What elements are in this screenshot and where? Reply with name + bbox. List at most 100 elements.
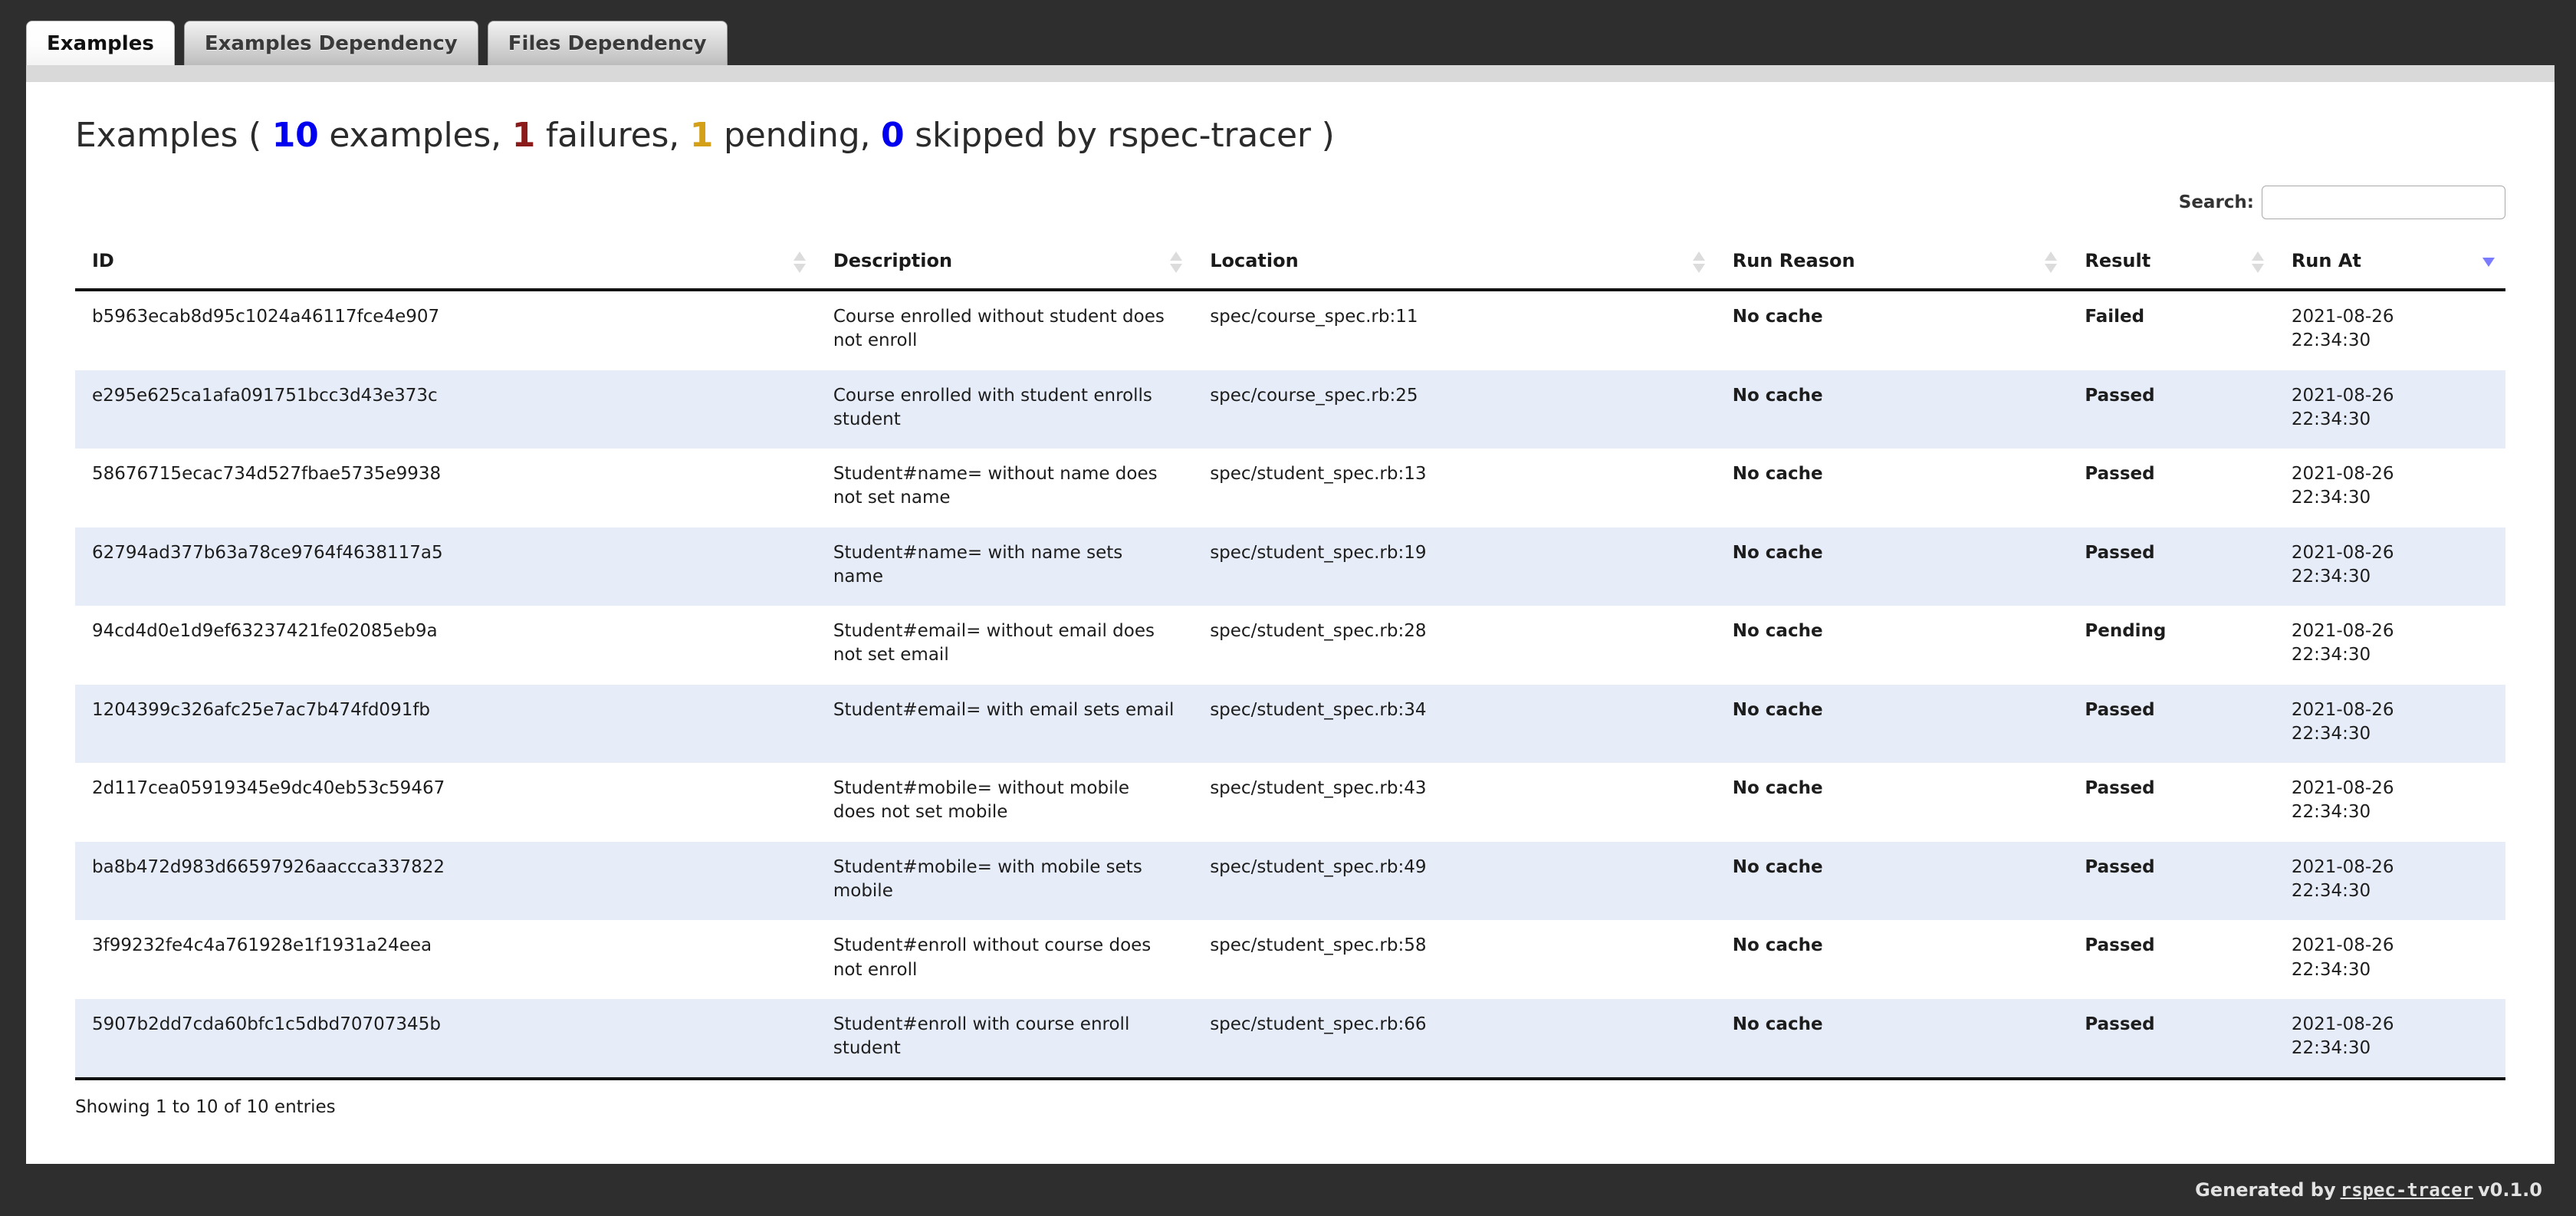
column-header-id[interactable]: ID xyxy=(75,239,816,291)
column-header-id-label: ID xyxy=(92,250,114,271)
tab-files-dependency[interactable]: Files Dependency xyxy=(487,21,728,65)
table-row[interactable]: 2d117cea05919345e9dc40eb53c59467 Student#… xyxy=(75,763,2505,842)
run-at-date: 2021-08-26 xyxy=(2291,935,2394,956)
run-at-time: 22:34:30 xyxy=(2291,409,2371,429)
cell-description: Course enrolled with student enrolls stu… xyxy=(833,385,1152,429)
table-row[interactable]: 5907b2dd7cda60bfc1c5dbd70707345b Student#… xyxy=(75,998,2505,1081)
cell-result: Passed xyxy=(2085,464,2155,485)
cell-result: Passed xyxy=(2068,998,2275,1081)
table-body: b5963ecab8d95c1024a46117fce4e907 Course e… xyxy=(75,290,2505,1081)
cell-result: Passed xyxy=(2085,542,2155,563)
cell-run-reason: No cache xyxy=(1732,935,1823,956)
cell-run-at: 2021-08-26 22:34:30 xyxy=(2275,290,2505,370)
table-header: ID Description Location Run Reason Resul… xyxy=(75,239,2505,291)
cell-description: Course enrolled without student does not… xyxy=(833,307,1165,351)
table-header-row: ID Description Location Run Reason Resul… xyxy=(75,239,2505,291)
page-title-prefix: Examples ( xyxy=(75,116,272,155)
column-header-run-at-label: Run At xyxy=(2291,250,2361,271)
examples-word: examples, xyxy=(318,116,512,155)
table-row[interactable]: 94cd4d0e1d9ef63237421fe02085eb9a Student#… xyxy=(75,606,2505,685)
page-title: Examples ( 10 examples, 1 failures, 1 pe… xyxy=(75,116,2505,155)
footer-version: v0.1.0 xyxy=(2478,1179,2542,1201)
cell-id: 94cd4d0e1d9ef63237421fe02085eb9a xyxy=(92,621,438,642)
failures-count: 1 xyxy=(511,116,536,155)
sort-icon-id[interactable] xyxy=(793,251,806,274)
table-row[interactable]: e295e625ca1afa091751bcc3d43e373c Course e… xyxy=(75,370,2505,449)
cell-result: Passed xyxy=(2085,856,2155,877)
run-at-date: 2021-08-26 xyxy=(2291,856,2394,877)
table-row[interactable]: 3f99232fe4c4a761928e1f1931a24eea Student#… xyxy=(75,920,2505,999)
run-at-date: 2021-08-26 xyxy=(2291,307,2394,327)
sort-icon-run-at-descending[interactable] xyxy=(2482,258,2495,281)
search-input[interactable] xyxy=(2262,186,2505,219)
tab-examples[interactable]: Examples xyxy=(26,21,175,65)
cell-run-reason: No cache xyxy=(1732,699,1823,720)
cell-id: e295e625ca1afa091751bcc3d43e373c xyxy=(92,385,438,406)
sort-icon-location[interactable] xyxy=(1692,251,1705,274)
cell-run-at: 2021-08-26 22:34:30 xyxy=(2275,920,2505,999)
column-header-location[interactable]: Location xyxy=(1193,239,1716,291)
cell-run-at: 2021-08-26 22:34:30 xyxy=(2274,998,2505,1081)
cell-id: 62794ad377b63a78ce9764f4638117a5 xyxy=(92,542,443,563)
tab-examples-dependency-label: Examples Dependency xyxy=(204,31,458,55)
cell-run-at: 2021-08-26 22:34:30 xyxy=(2275,449,2505,527)
run-at-date: 2021-08-26 xyxy=(2291,542,2394,563)
cell-result: Failed xyxy=(2085,307,2145,327)
tab-strip-divider xyxy=(26,65,2555,82)
column-header-run-reason[interactable]: Run Reason xyxy=(1715,239,2068,291)
run-at-date: 2021-08-26 xyxy=(2291,464,2394,485)
table-row[interactable]: 58676715ecac734d527fbae5735e9938 Student#… xyxy=(75,449,2505,527)
cell-description: Student#enroll without course does not e… xyxy=(833,935,1152,980)
cell-result: Pending xyxy=(2085,621,2167,642)
tab-files-dependency-label: Files Dependency xyxy=(508,31,707,55)
cell-run-at: 2021-08-26 22:34:30 xyxy=(2275,527,2505,606)
column-header-description[interactable]: Description xyxy=(816,239,1194,291)
run-at-date: 2021-08-26 xyxy=(2291,699,2394,720)
run-at-time: 22:34:30 xyxy=(2291,488,2371,508)
cell-run-at: 2021-08-26 22:34:30 xyxy=(2275,370,2505,449)
cell-run-reason: No cache xyxy=(1732,621,1823,642)
column-header-run-at[interactable]: Run At xyxy=(2274,239,2505,291)
column-header-result[interactable]: Result xyxy=(2068,239,2275,291)
sort-icon-run-reason[interactable] xyxy=(2045,251,2058,274)
cell-result: Passed xyxy=(2085,385,2155,406)
search-row: Search: xyxy=(75,186,2505,219)
skipped-count: 0 xyxy=(881,116,905,155)
cell-description: Student#email= without email does not se… xyxy=(833,621,1155,666)
run-at-date: 2021-08-26 xyxy=(2291,621,2394,642)
cell-description: Student#mobile= without mobile does not … xyxy=(833,778,1130,823)
tab-examples-dependency[interactable]: Examples Dependency xyxy=(183,21,478,65)
run-at-date: 2021-08-26 xyxy=(2291,385,2394,406)
cell-run-reason: No cache xyxy=(1732,307,1823,327)
table-row[interactable]: b5963ecab8d95c1024a46117fce4e907 Course e… xyxy=(75,290,2505,370)
examples-table: ID Description Location Run Reason Resul… xyxy=(75,239,2505,1081)
column-header-description-label: Description xyxy=(833,250,953,271)
run-at-time: 22:34:30 xyxy=(2291,330,2371,351)
cell-description: Student#mobile= with mobile sets mobile xyxy=(833,856,1142,901)
rspec-tracer-link[interactable]: rspec-tracer xyxy=(2341,1179,2473,1201)
sort-icon-description[interactable] xyxy=(1170,251,1183,274)
run-at-time: 22:34:30 xyxy=(2291,1038,2371,1059)
run-at-time: 22:34:30 xyxy=(2291,566,2371,587)
cell-description: Student#enroll with course enroll studen… xyxy=(816,998,1194,1081)
table-row[interactable]: 62794ad377b63a78ce9764f4638117a5 Student#… xyxy=(75,527,2505,606)
cell-result: Passed xyxy=(2085,935,2155,956)
run-at-date: 2021-08-26 xyxy=(2291,1014,2394,1034)
pending-word: pending, xyxy=(713,116,882,155)
cell-run-at: 2021-08-26 22:34:30 xyxy=(2275,763,2505,842)
footer-generated-by-label: Generated by xyxy=(2195,1179,2336,1201)
cell-description: Student#email= with email sets email xyxy=(833,699,1175,720)
cell-run-reason: No cache xyxy=(1732,385,1823,406)
cell-run-at: 2021-08-26 22:34:30 xyxy=(2275,842,2505,921)
cell-location: spec/student_spec.rb:28 xyxy=(1210,621,1427,642)
cell-id: 3f99232fe4c4a761928e1f1931a24eea xyxy=(92,935,432,956)
cell-id: ba8b472d983d66597926aaccca337822 xyxy=(92,856,445,877)
sort-icon-result[interactable] xyxy=(2251,251,2264,274)
table-row[interactable]: 1204399c326afc25e7ac7b474fd091fb Student#… xyxy=(75,684,2505,764)
cell-location: spec/student_spec.rb:66 xyxy=(1193,998,1716,1081)
table-row[interactable]: ba8b472d983d66597926aaccca337822 Student#… xyxy=(75,841,2505,921)
cell-run-at: 2021-08-26 22:34:30 xyxy=(2275,685,2505,764)
run-at-time: 22:34:30 xyxy=(2291,723,2371,744)
run-at-time: 22:34:30 xyxy=(2291,880,2371,901)
run-at-time: 22:34:30 xyxy=(2291,645,2371,666)
